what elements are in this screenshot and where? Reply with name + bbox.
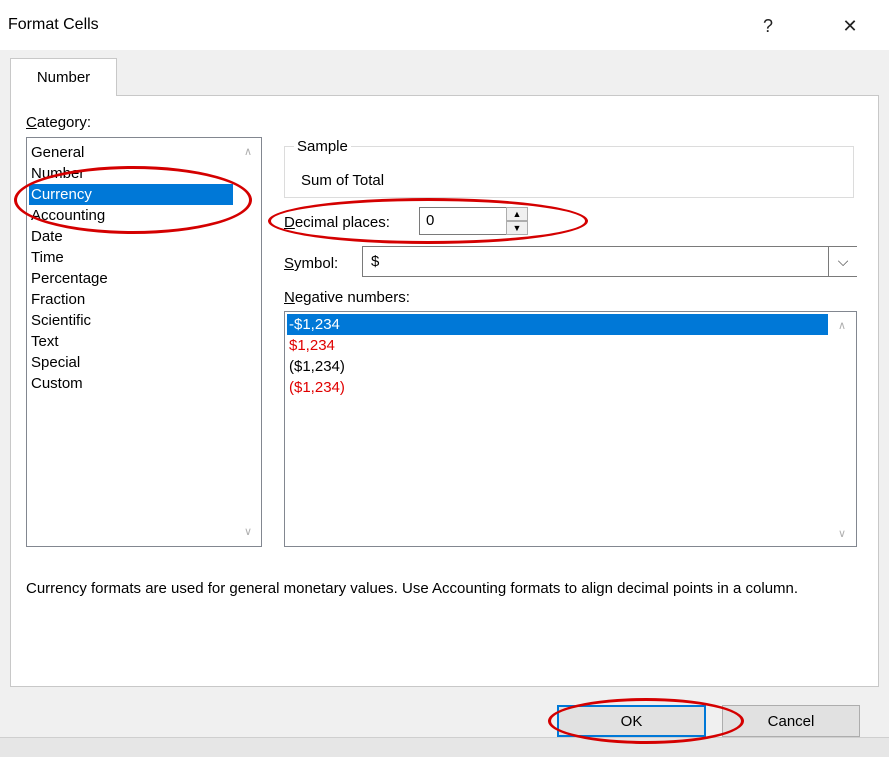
negative-numbers-label-text: egative numbers: [294, 289, 410, 306]
category-item-time[interactable]: Time [31, 247, 64, 268]
negative-format-item[interactable]: $1,234 [287, 335, 335, 356]
help-icon[interactable]: ? [748, 10, 788, 42]
category-scroll-down-icon[interactable]: ∨ [241, 524, 255, 538]
negative-format-item[interactable]: ($1,234) [287, 377, 345, 398]
category-item-currency[interactable]: Currency [29, 184, 233, 205]
decimal-places-input[interactable]: 0 [419, 207, 507, 235]
spin-down-icon[interactable]: ▼ [506, 221, 528, 235]
category-label-accesskey: C [26, 114, 37, 131]
tab-number[interactable]: Number [10, 58, 117, 96]
symbol-label: Symbol: [284, 255, 338, 272]
symbol-dropdown[interactable]: $ [362, 246, 857, 277]
category-item-special[interactable]: Special [31, 352, 80, 373]
category-item-percentage[interactable]: Percentage [31, 268, 108, 289]
category-item-text[interactable]: Text [31, 331, 59, 352]
category-label: Category: [26, 114, 91, 131]
negative-numbers-accesskey: N [284, 289, 295, 306]
category-scroll-up-icon[interactable]: ∧ [241, 144, 255, 158]
negative-numbers-listbox[interactable]: -$1,234 $1,234 ($1,234) ($1,234) ∧ ∨ [284, 311, 857, 547]
ok-button[interactable]: OK [557, 705, 706, 737]
category-item-accounting[interactable]: Accounting [31, 205, 105, 226]
category-item-general[interactable]: General [31, 142, 84, 163]
negative-scroll-down-icon[interactable]: ∨ [835, 526, 849, 540]
symbol-accesskey: S [284, 255, 295, 272]
negative-numbers-label: Negative numbers: [284, 289, 410, 306]
category-item-scientific[interactable]: Scientific [31, 310, 91, 331]
negative-format-item[interactable]: -$1,234 [287, 314, 828, 335]
format-description: Currency formats are used for general mo… [26, 580, 799, 597]
sample-value: Sum of Total [301, 172, 385, 189]
category-item-custom[interactable]: Custom [31, 373, 83, 394]
category-item-fraction[interactable]: Fraction [31, 289, 85, 310]
background-worksheet-strip [0, 737, 889, 757]
decimal-places-label-text: ecimal places: [294, 214, 390, 231]
spin-up-icon[interactable]: ▲ [506, 207, 528, 221]
category-listbox[interactable]: General Number Currency Accounting Date … [26, 137, 262, 547]
category-label-text: ategory: [36, 114, 92, 131]
dialog-title: Format Cells [8, 16, 99, 33]
cancel-button[interactable]: Cancel [722, 705, 860, 737]
negative-format-item[interactable]: ($1,234) [287, 356, 345, 377]
negative-scroll-up-icon[interactable]: ∧ [835, 318, 849, 332]
sample-legend: Sample [294, 138, 351, 155]
decimal-places-label: Decimal places: [284, 214, 390, 231]
symbol-label-text: ymbol: [294, 255, 339, 272]
category-item-date[interactable]: Date [31, 226, 63, 247]
category-item-number[interactable]: Number [31, 163, 84, 184]
close-icon[interactable]: ✕ [830, 10, 870, 42]
chevron-down-icon[interactable]: ⌵ [828, 247, 857, 276]
decimal-places-accesskey: D [284, 214, 295, 231]
